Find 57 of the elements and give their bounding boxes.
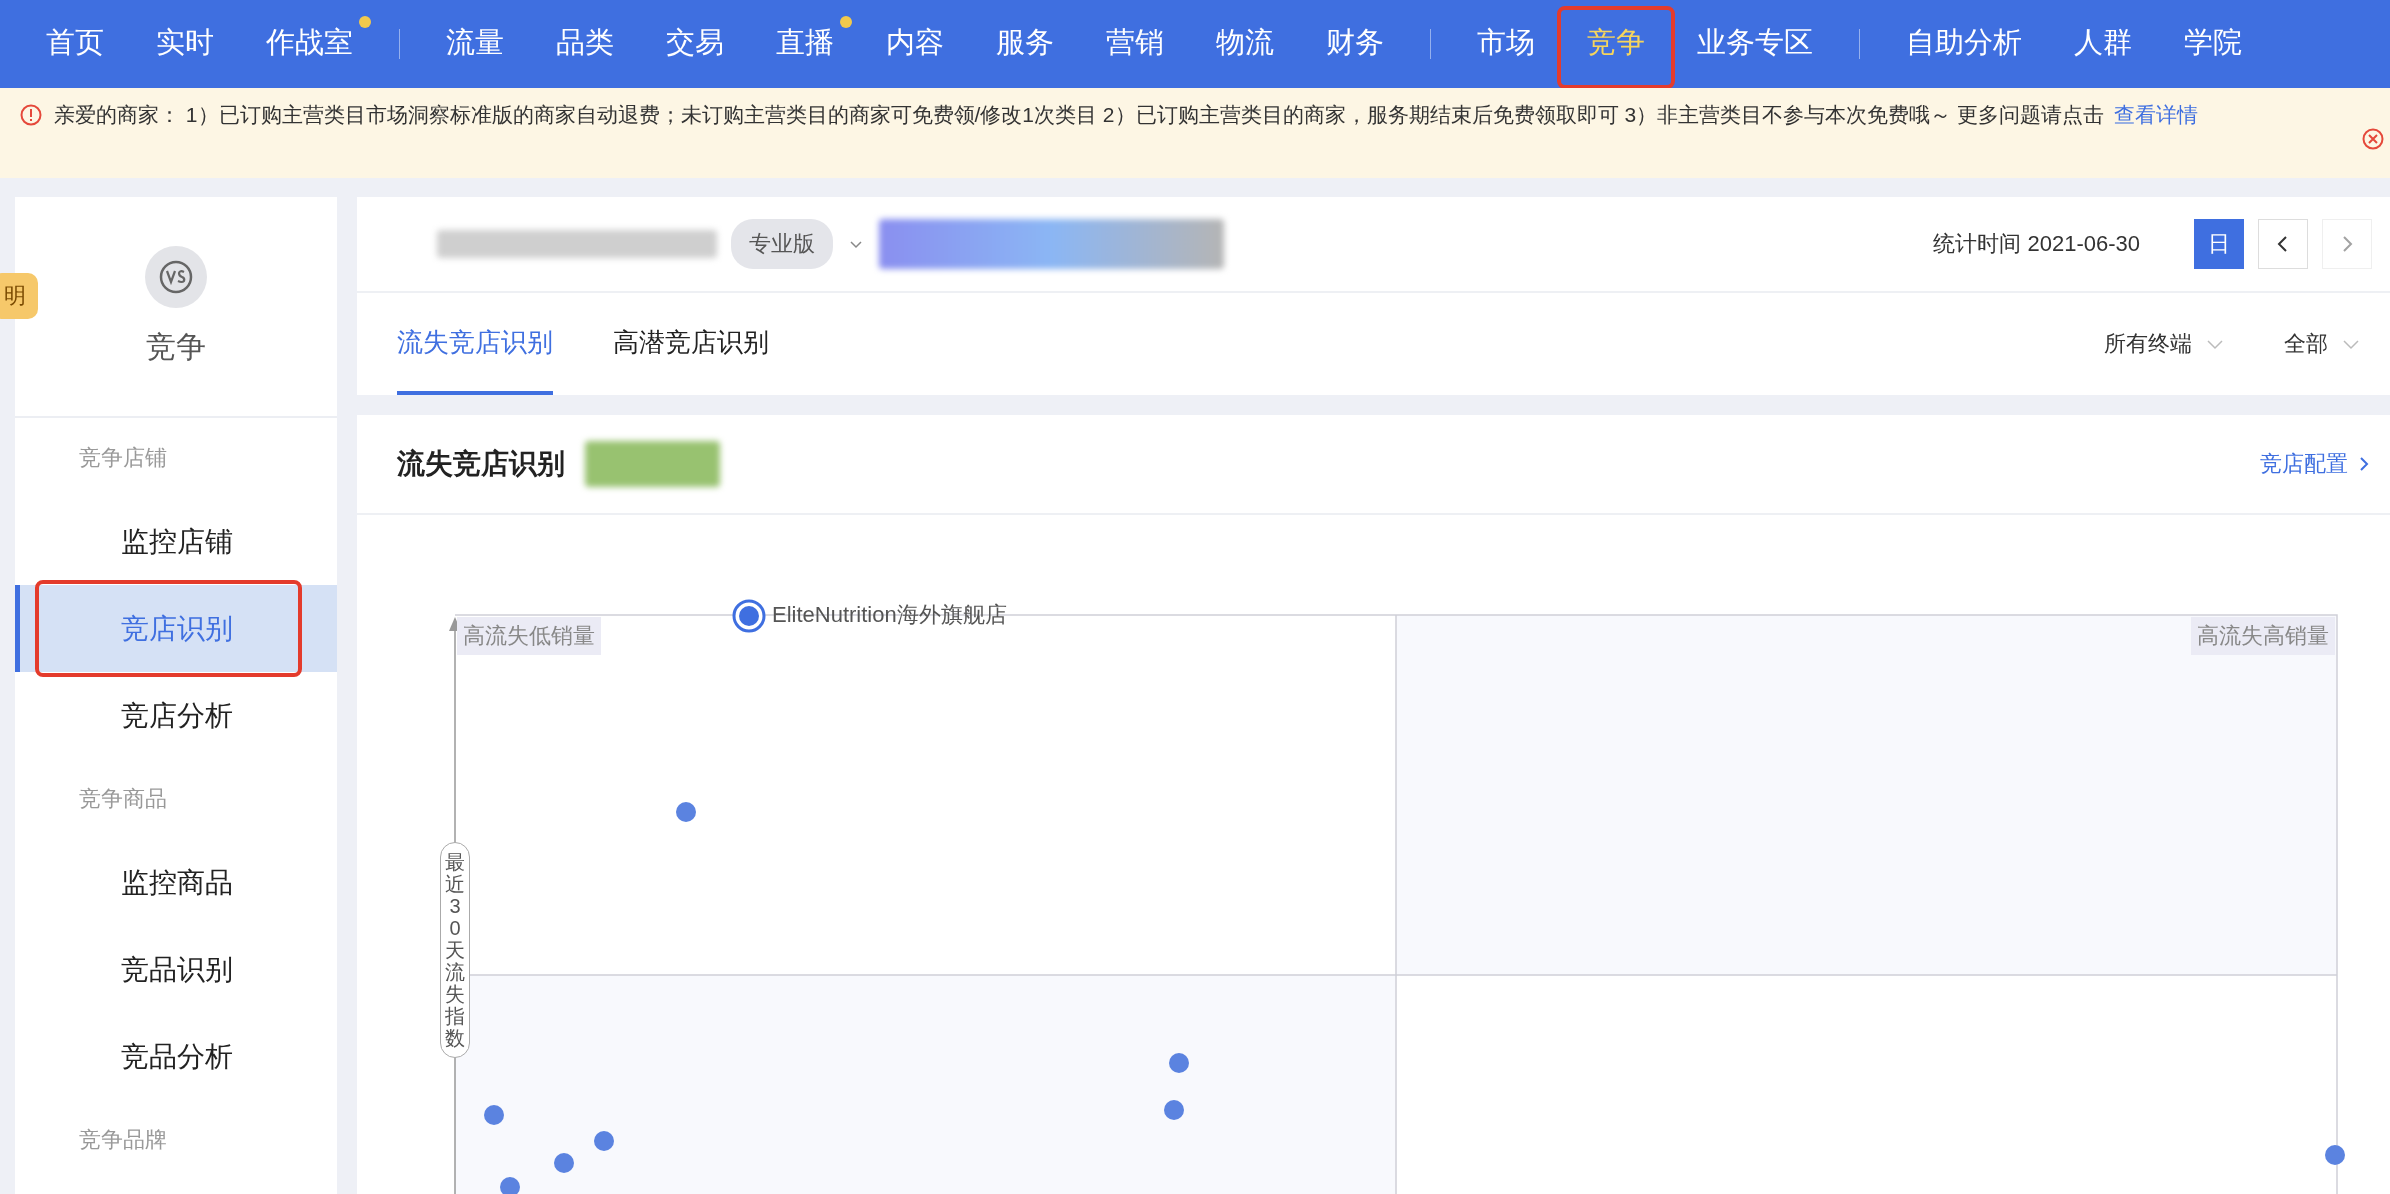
chevron-down-icon: [2342, 338, 2360, 350]
nav-tab[interactable]: 自助分析: [1880, 0, 2048, 88]
notice-text: 亲爱的商家： 1）已订购主营类目市场洞察标准版的商家自动退费；未订购主营类目的商家可免费领/修改1次类目 2）已订购主营类目的商家，服务期结束后免费领取即可 3）非主营类目不参与本次免费哦～ 更多问题请点击 查看详情: [54, 102, 2199, 128]
nav-tab[interactable]: 物流: [1190, 0, 1300, 88]
tab[interactable]: 高潜竞店识别: [613, 293, 769, 395]
sidebar-title: 竞争: [146, 329, 206, 365]
scatter-point[interactable]: [2325, 1145, 2345, 1165]
day-button[interactable]: 日: [2194, 219, 2244, 269]
filter-dropdown[interactable]: 全部: [2284, 293, 2360, 395]
scatter-point[interactable]: [676, 802, 696, 822]
sidebar-item[interactable]: 竞品识别: [15, 926, 337, 1013]
nav-tab[interactable]: 流量: [420, 0, 530, 88]
nav-tab[interactable]: 业务专区: [1671, 0, 1839, 88]
tab[interactable]: 流失竞店识别: [397, 293, 553, 395]
scatter-point[interactable]: [484, 1105, 504, 1125]
nav-tab[interactable]: 财务: [1300, 0, 1410, 88]
point-label: EliteNutrition海外旗舰店: [772, 601, 1007, 629]
details-link[interactable]: 查看详情: [2113, 103, 2198, 126]
nav-tab[interactable]: 学院: [2158, 0, 2268, 88]
stat-time: 统计时间 2021-06-30: [1933, 230, 2140, 258]
nav-tab[interactable]: 营销: [1080, 0, 1190, 88]
nav-tab[interactable]: 作战室: [240, 0, 379, 88]
quadrant-label: 高流失低销量: [457, 617, 601, 655]
quadrant-label: 高流失高销量: [2191, 617, 2335, 655]
sidebar-item[interactable]: 竞品分析: [15, 1013, 337, 1100]
chevron-right-icon: [2358, 455, 2370, 473]
chevron-down-icon: [2206, 338, 2224, 350]
sidebar-group-label: 竞争品牌: [78, 1126, 168, 1154]
vs-icon: [144, 245, 208, 309]
sidebar-item[interactable]: 竞店分析: [15, 672, 337, 759]
filter-dropdown[interactable]: 所有终端: [2104, 293, 2224, 395]
close-icon[interactable]: [2362, 128, 2384, 150]
nav-tab[interactable]: 首页: [20, 0, 130, 88]
floating-badge[interactable]: 明: [0, 273, 38, 319]
scatter-point[interactable]: [500, 1177, 520, 1194]
warning-icon: [20, 104, 42, 126]
highlighted-point[interactable]: [732, 599, 766, 633]
nav-tab[interactable]: 交易: [640, 0, 750, 88]
sidebar-group-label: 竞争商品: [78, 785, 168, 813]
sidebar-group-label: 竞争店铺: [78, 444, 168, 472]
y-axis-label: 最近30天流失指数: [440, 842, 470, 1058]
scatter-point[interactable]: [594, 1131, 614, 1151]
sidebar-item[interactable]: 监控商品: [15, 839, 337, 926]
nav-tab[interactable]: 实时: [130, 0, 240, 88]
nav-tab[interactable]: 市场: [1451, 0, 1561, 88]
panel-title: 流失竞店识别: [397, 447, 565, 481]
nav-tab[interactable]: 内容: [860, 0, 970, 88]
config-link[interactable]: 竞店配置: [2260, 449, 2370, 479]
nav-tab[interactable]: 人群: [2048, 0, 2158, 88]
scatter-point[interactable]: [1169, 1053, 1189, 1073]
sidebar-item[interactable]: 监控店铺: [15, 498, 337, 585]
edition-tag: 专业版: [731, 219, 833, 269]
scatter-point[interactable]: [554, 1153, 574, 1173]
nav-tab[interactable]: 服务: [970, 0, 1080, 88]
nav-tab[interactable]: 品类: [530, 0, 640, 88]
nav-tab[interactable]: 直播: [750, 0, 860, 88]
scatter-point[interactable]: [1164, 1100, 1184, 1120]
